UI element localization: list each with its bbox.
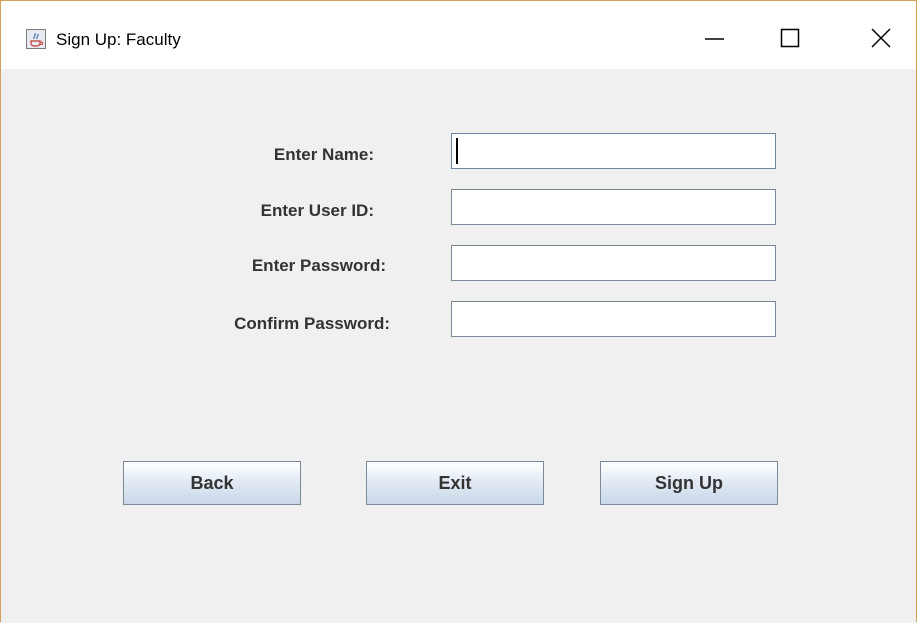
confirm-password-field[interactable] (451, 301, 776, 337)
userid-label: Enter User ID: (260, 201, 374, 220)
minimize-icon (705, 38, 724, 40)
name-field[interactable] (451, 133, 776, 169)
sign-up-button[interactable]: Sign Up (600, 461, 778, 505)
password-field[interactable] (451, 245, 776, 281)
close-icon (871, 28, 891, 48)
userid-field[interactable] (451, 189, 776, 225)
text-caret (456, 138, 458, 164)
password-label: Enter Password: (251, 256, 386, 275)
exit-button[interactable]: Exit (366, 461, 544, 505)
java-cup-icon (26, 29, 46, 49)
close-button[interactable] (851, 15, 911, 59)
confirm-password-label: Confirm Password: (234, 314, 390, 333)
minimize-button[interactable] (691, 15, 751, 59)
title-bar[interactable]: Sign Up: Faculty (1, 1, 916, 69)
signup-window: Sign Up: Faculty Enter Name: Enter User … (0, 0, 917, 622)
window-title: Sign Up: Faculty (56, 30, 181, 49)
back-button[interactable]: Back (123, 461, 301, 505)
maximize-icon (780, 28, 800, 48)
maximize-button[interactable] (761, 15, 821, 59)
name-label: Enter Name: (273, 145, 374, 164)
